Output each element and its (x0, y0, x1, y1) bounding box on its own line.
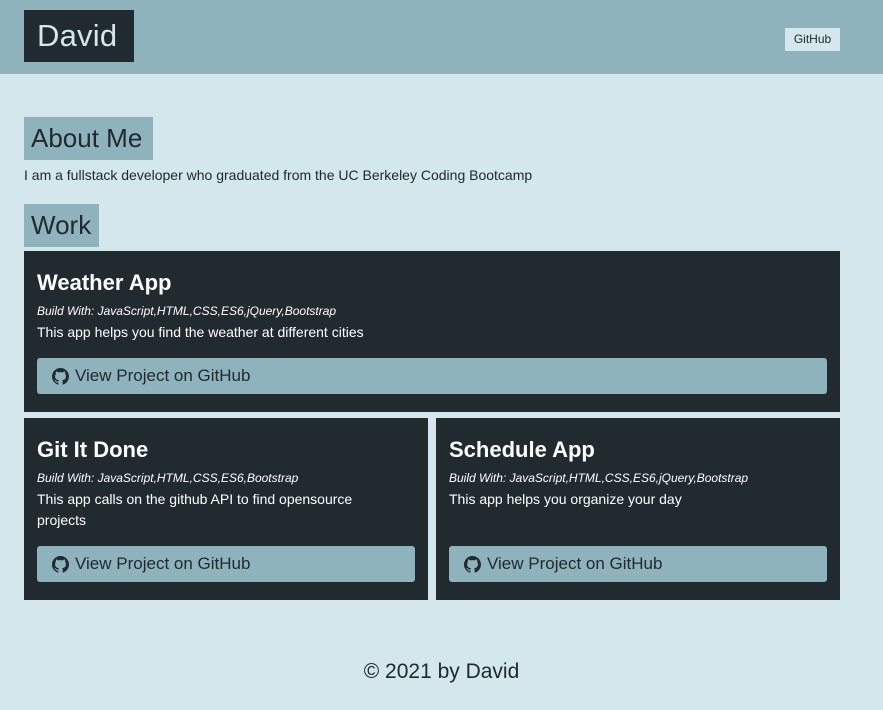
view-project-label: View Project on GitHub (75, 554, 251, 573)
project-description: This app helps you find the weather at d… (37, 324, 364, 340)
about-text: I am a fullstack developer who graduated… (24, 167, 533, 183)
github-icon (52, 367, 69, 385)
about-heading: About Me (24, 117, 153, 160)
project-card-weather-app: Weather App Build With: JavaScript,HTML,… (24, 251, 840, 412)
brand-title[interactable]: David (24, 10, 134, 62)
view-project-label: View Project on GitHub (487, 554, 663, 573)
github-icon (52, 555, 69, 573)
github-nav-link[interactable]: GitHub (785, 28, 840, 51)
work-heading: Work (24, 204, 99, 247)
github-icon (464, 555, 481, 573)
project-built-with: Build With: JavaScript,HTML,CSS,ES6,jQue… (449, 471, 749, 485)
project-built-with: Build With: JavaScript,HTML,CSS,ES6,jQue… (37, 304, 337, 318)
view-project-label: View Project on GitHub (75, 366, 251, 385)
project-description: This app helps you organize your day (449, 491, 682, 507)
project-card-git-it-done: Git It Done Build With: JavaScript,HTML,… (24, 418, 428, 600)
project-built-with: Build With: JavaScript,HTML,CSS,ES6,Boot… (37, 471, 299, 485)
project-description: This app calls on the github API to find… (37, 491, 353, 528)
project-title: Git It Done (37, 437, 149, 462)
view-project-button[interactable]: View Project on GitHub (37, 546, 415, 582)
view-project-button[interactable]: View Project on GitHub (37, 358, 827, 394)
project-card-schedule-app: Schedule App Build With: JavaScript,HTML… (436, 418, 840, 600)
project-title: Schedule App (449, 437, 595, 462)
project-title: Weather App (37, 270, 172, 295)
view-project-button[interactable]: View Project on GitHub (449, 546, 827, 582)
footer-copyright: © 2021 by David (363, 660, 520, 683)
site-header: David GitHub (0, 0, 883, 74)
